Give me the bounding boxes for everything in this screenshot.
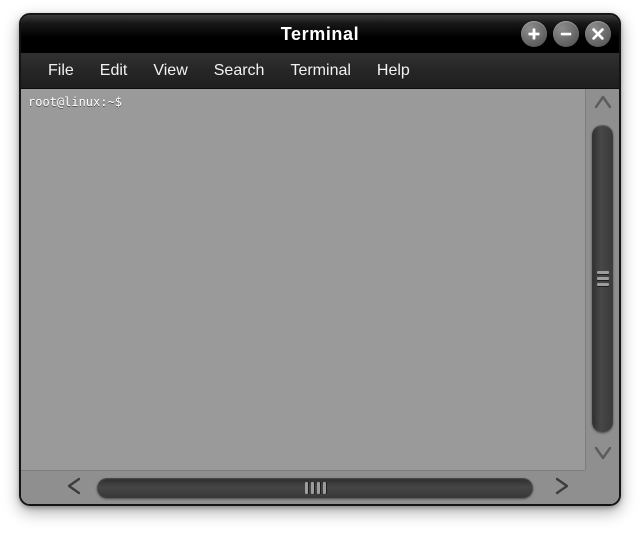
scroll-up-button[interactable] (586, 91, 619, 117)
terminal-prompt-line: root@linux:~$ (28, 95, 122, 109)
window-controls (521, 15, 611, 53)
chevron-left-icon (66, 476, 82, 501)
title-bar[interactable]: Terminal (21, 15, 619, 53)
vertical-scroll-thumb[interactable] (592, 125, 613, 432)
menu-item-file[interactable]: File (35, 59, 87, 83)
menu-item-terminal[interactable]: Terminal (277, 59, 363, 83)
scroll-left-button[interactable] (57, 471, 91, 504)
menu-item-view[interactable]: View (140, 59, 200, 83)
close-icon (591, 27, 605, 41)
menu-item-help[interactable]: Help (364, 59, 423, 83)
screen: Terminal File Edit View Search Terminal … (0, 0, 640, 533)
horizontal-scroll-thumb[interactable] (97, 478, 533, 498)
grip-line (596, 271, 609, 274)
menu-bar: File Edit View Search Terminal Help (21, 53, 619, 89)
minus-icon (559, 27, 573, 41)
scroll-right-button[interactable] (545, 471, 579, 504)
grip-line (322, 482, 326, 494)
grip-line (304, 482, 308, 494)
plus-icon (527, 27, 541, 41)
grip-line (316, 482, 320, 494)
vertical-scrollbar[interactable] (585, 89, 619, 470)
minimize-button[interactable] (553, 21, 579, 47)
chevron-right-icon (554, 476, 570, 501)
grip-line (596, 277, 609, 280)
horizontal-scrollbar[interactable] (21, 470, 585, 504)
terminal-window: Terminal File Edit View Search Terminal … (19, 13, 621, 506)
window-body: root@linux:~$ (21, 89, 619, 504)
grip-line (596, 283, 609, 286)
maximize-button[interactable] (521, 21, 547, 47)
chevron-up-icon (593, 94, 613, 115)
close-button[interactable] (585, 21, 611, 47)
menu-item-edit[interactable]: Edit (87, 59, 141, 83)
scroll-down-button[interactable] (586, 442, 619, 468)
terminal-output-area[interactable]: root@linux:~$ (21, 89, 585, 470)
menu-item-search[interactable]: Search (201, 59, 278, 83)
grip-line (310, 482, 314, 494)
scrollbar-corner (585, 470, 619, 504)
chevron-down-icon (593, 445, 613, 466)
window-title: Terminal (280, 23, 360, 44)
